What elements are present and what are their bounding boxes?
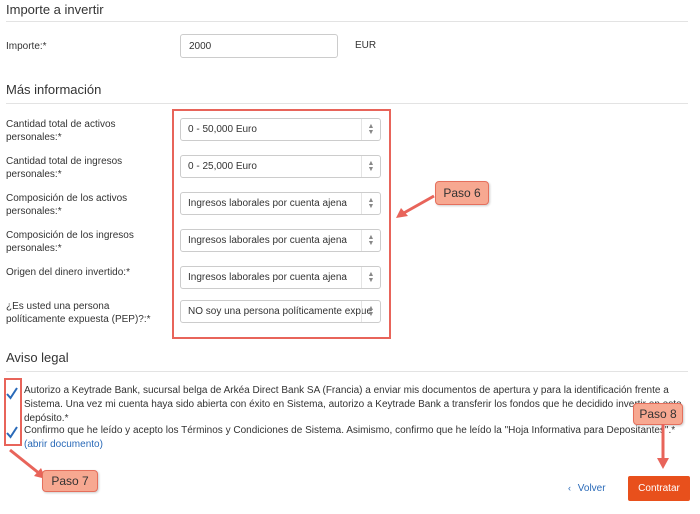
amount-label: Importe:* [6,41,47,52]
annotation-step-7: Paso 7 [42,470,98,492]
amount-input[interactable]: 2000 [180,34,338,58]
checkbox-consent-2[interactable] [6,425,18,439]
contratar-button[interactable]: Contratar [628,476,690,501]
annotation-step-6: Paso 6 [435,181,489,205]
section-title-investment: Importe a invertir [6,2,104,17]
currency-label: EUR [355,40,377,51]
chevron-left-icon: ‹ [568,483,571,493]
field-label-income-composition: Composición de los ingresos personales:* [6,230,134,254]
back-button[interactable]: ‹ Volver [568,483,606,494]
field-label-pep: ¿Es usted una persona políticamente expu… [6,301,151,325]
divider [6,371,688,372]
field-label-money-origin: Origen del dinero invertido:* [6,267,130,278]
divider [6,103,688,104]
divider [6,21,688,22]
consent-text-2-container: Confirmo que he leído y acepto los Térmi… [24,424,690,452]
annotation-arrow-icon [396,194,435,218]
annotation-highlight-box [172,109,391,339]
annotation-step-8: Paso 8 [633,403,683,425]
field-label-assets-composition: Composición de los activos personales:* [6,193,128,217]
field-label-total-assets: Cantidad total de activos personales:* [6,119,116,143]
section-title-legal: Aviso legal [6,350,69,365]
annotation-arrow-icon [657,424,669,469]
consent-text-2: Confirmo que he leído y acepto los Térmi… [24,425,676,436]
checkbox-consent-1[interactable] [6,386,18,400]
section-title-more-info: Más información [6,82,102,97]
consent-text-1: Autorizo a Keytrade Bank, sucursal belga… [24,385,682,424]
back-button-label: Volver [577,483,606,494]
field-label-total-income: Cantidad total de ingresos personales:* [6,156,123,180]
